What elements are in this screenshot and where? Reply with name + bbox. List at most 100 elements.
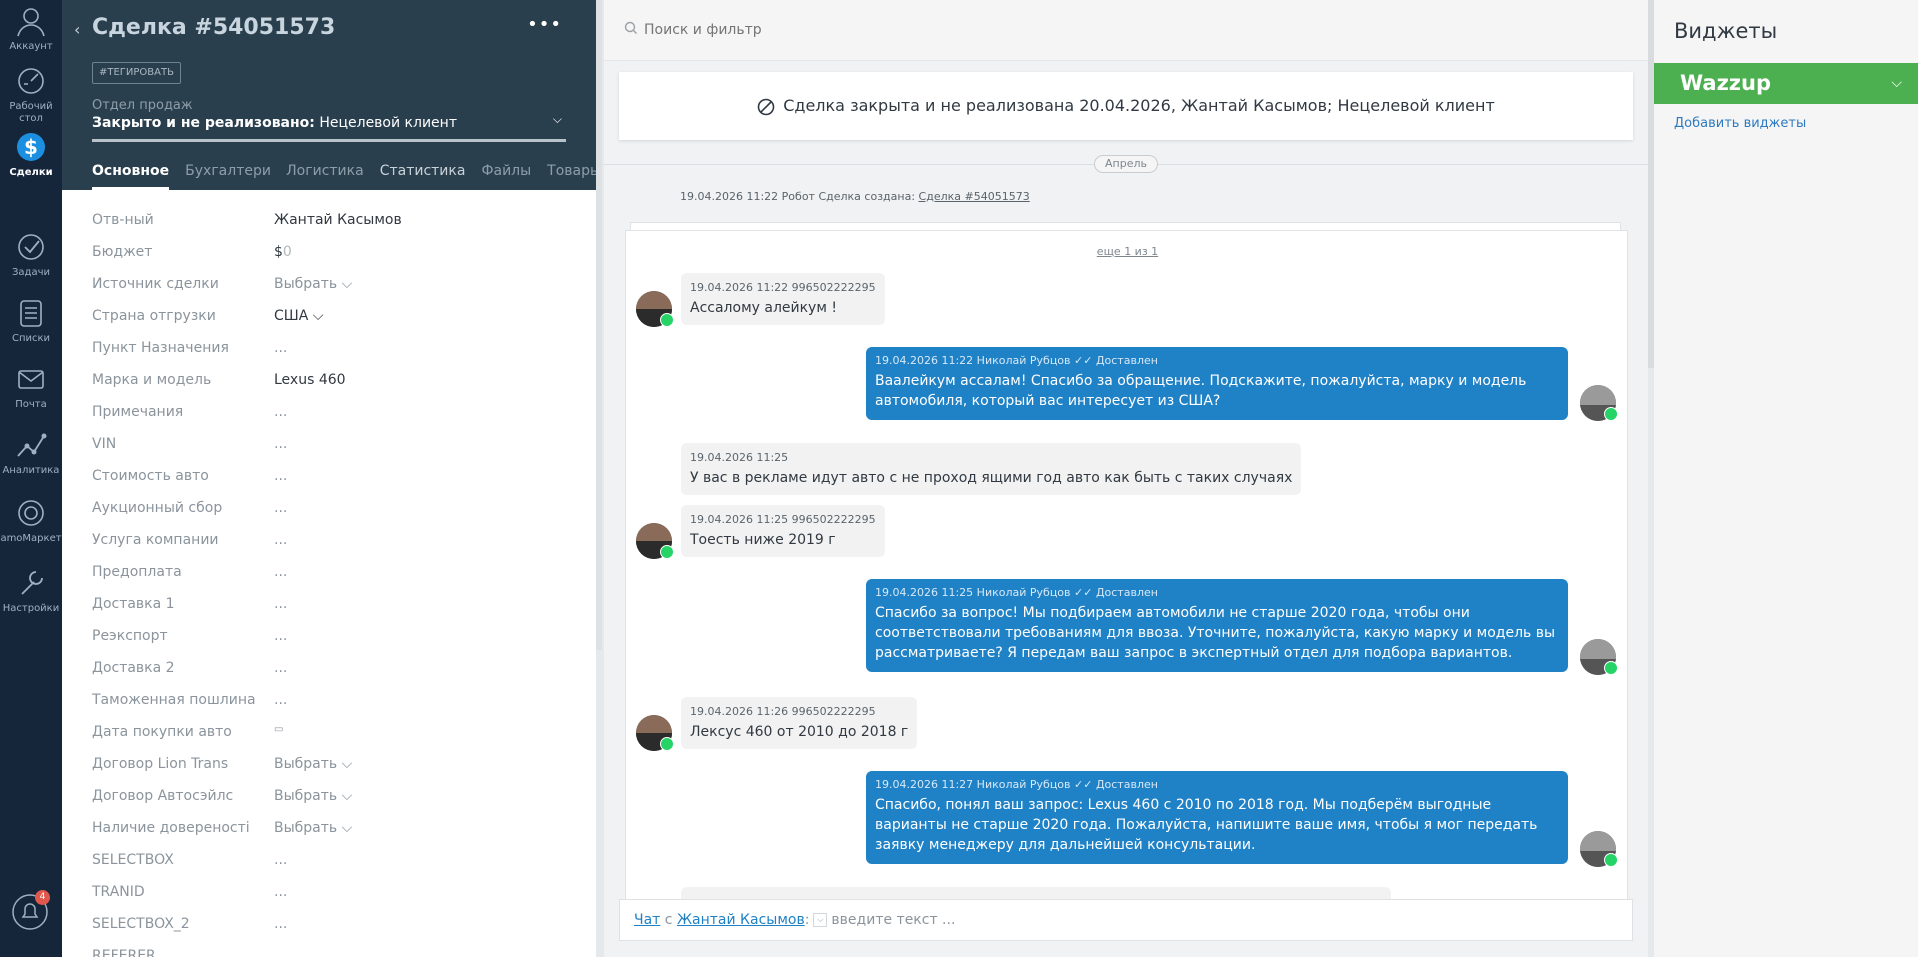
calendar-icon[interactable]: ▭	[274, 724, 283, 735]
field-label: Таможенная пошлина	[92, 692, 256, 708]
field-label: Страна отгрузки	[92, 308, 216, 324]
whatsapp-icon	[1604, 853, 1618, 867]
nav-settings[interactable]: Настройки	[0, 566, 62, 615]
message-incoming: 19.04.2026 11:26 996502222295 Лексус 460 …	[681, 697, 918, 749]
field-select[interactable]: Выбрать ⌵	[274, 820, 352, 836]
currency-symbol: $	[274, 244, 283, 260]
field-value[interactable]: ...	[274, 436, 287, 452]
nav-deals[interactable]: $ Сделки	[0, 130, 62, 179]
nav-lists[interactable]: Списки	[0, 296, 62, 345]
field-value[interactable]: Lexus 460	[274, 372, 346, 388]
tab-products[interactable]: Товары	[547, 163, 596, 190]
nav-market[interactable]: amoМаркет	[0, 496, 62, 545]
field-select[interactable]: Выбрать ⌵	[274, 276, 352, 292]
chevron-down-icon[interactable]: ⌵	[813, 913, 828, 927]
tasks-icon	[18, 234, 44, 260]
market-icon	[18, 500, 44, 526]
field-label: Примечания	[92, 404, 184, 420]
field-value[interactable]: ...	[274, 596, 287, 612]
search-icon	[624, 21, 637, 34]
mail-icon	[18, 370, 44, 389]
tab-files[interactable]: Файлы	[481, 163, 531, 190]
field-row: Услуга компании...	[92, 525, 562, 557]
message-meta: 19.04.2026 11:22 996502222295	[690, 281, 876, 294]
field-select[interactable]: Выбрать ⌵	[274, 756, 352, 772]
field-label: Пункт Назначения	[92, 340, 229, 356]
message-meta: 19.04.2026 11:26 996502222295	[690, 705, 876, 718]
field-label: Договор Автосэйлс	[92, 788, 234, 804]
nav-account[interactable]: Аккаунт	[0, 4, 62, 53]
field-value[interactable]: ...	[274, 884, 287, 900]
field-value[interactable]: ...	[274, 692, 287, 708]
left-nav: Аккаунт Рабочий стол $ Сделки Задачи Спи…	[0, 0, 62, 957]
scrollbar-thumb[interactable]	[596, 0, 602, 650]
more-messages-link[interactable]: еще 1 из 1	[626, 245, 1627, 258]
field-row: Наличие довереностi Выбрать ⌵	[92, 813, 562, 845]
field-value[interactable]: ...	[274, 404, 287, 420]
field-select[interactable]: Выбрать ⌵	[274, 788, 352, 804]
message-incoming: 19.04.2026 11:22 996502222295 Ассалому ал…	[681, 273, 885, 325]
field-label: Стоимость авто	[92, 468, 209, 484]
message-text: Спасибо за вопрос! Мы подбираем автомоби…	[875, 605, 1556, 661]
message-composer[interactable]: Чат с Жантай Касымов: ⌵ введите текст ...	[619, 899, 1633, 941]
field-row: SELECTBOX...	[92, 845, 562, 877]
card-scrollbar[interactable]	[596, 0, 604, 957]
composer-placeholder[interactable]: введите текст ...	[831, 912, 955, 928]
tab-main[interactable]: Основное	[92, 163, 170, 190]
field-value[interactable]: ...	[274, 500, 287, 516]
nav-label: Списки	[11, 333, 51, 344]
nav-mail[interactable]: Почта	[0, 362, 62, 411]
notifications-badge: 4	[35, 890, 50, 905]
field-value[interactable]: ...	[274, 340, 287, 356]
field-row: Пункт Назначения...	[92, 333, 562, 365]
feed-panel: Сделка закрыта и не реализована 20.04.20…	[604, 0, 1648, 957]
field-value[interactable]: ...	[274, 852, 287, 868]
field-value[interactable]: ...	[274, 628, 287, 644]
field-value[interactable]: ...	[274, 660, 287, 676]
nav-tasks[interactable]: Задачи	[0, 230, 62, 279]
back-arrow-icon[interactable]: ‹	[74, 20, 80, 39]
notifications-button[interactable]: 4	[10, 890, 50, 932]
field-row: Реэкспорт...	[92, 621, 562, 653]
tag-button[interactable]: #ТЕГИРОВАТЬ	[92, 62, 181, 84]
widgets-title: Виджеты	[1674, 19, 1778, 43]
message-outgoing: 19.04.2026 11:27 Николай Рубцов ✓✓ Доста…	[866, 771, 1568, 864]
message-meta: 19.04.2026 11:22 Николай Рубцов ✓✓ Доста…	[875, 354, 1158, 367]
wazzup-widget[interactable]: Wazzup ⌵	[1654, 63, 1918, 104]
whatsapp-icon	[1604, 661, 1618, 675]
robot-note-text: 19.04.2026 11:22 Робот Сделка создана:	[680, 190, 916, 203]
tab-logistics[interactable]: Логистика	[286, 163, 364, 190]
field-row: Страна отгрузки США ⌵	[92, 301, 562, 333]
chevron-down-icon[interactable]: ⌵	[1891, 63, 1902, 104]
field-value[interactable]: ...	[274, 468, 287, 484]
field-value[interactable]: ...	[274, 916, 287, 932]
field-label: Доставка 1	[92, 596, 175, 612]
message-text: Спасибо, понял ваш запрос: Lexus 460 с 2…	[875, 797, 1538, 853]
field-value[interactable]: Жантай Касымов	[274, 212, 402, 228]
card-tabs: Основное Бухгалтерия Логистика Статистик…	[92, 163, 596, 190]
deal-title[interactable]: Сделка #54051573	[92, 15, 335, 40]
message-meta: 19.04.2026 11:25	[690, 451, 789, 464]
field-value[interactable]: ...	[274, 532, 287, 548]
tab-accounting[interactable]: Бухгалтерия	[185, 163, 270, 190]
nav-analytics[interactable]: Аналитика	[0, 428, 62, 477]
message-meta: 19.04.2026 11:25 996502222295	[690, 513, 876, 526]
budget-amount: 0	[282, 244, 292, 260]
contact-link[interactable]: Жантай Касымов	[677, 912, 805, 928]
chat-type-link[interactable]: Чат	[634, 912, 660, 928]
add-widgets-link[interactable]: Добавить виджеты	[1674, 116, 1806, 131]
nav-dashboard[interactable]: Рабочий стол	[0, 64, 62, 125]
tab-statistics[interactable]: Статистика	[380, 163, 466, 190]
search-input[interactable]	[644, 18, 1244, 42]
deal-link[interactable]: Сделка #54051573	[919, 190, 1030, 203]
pipeline-status[interactable]: Закрыто и не реализовано: Нецелевой клие…	[92, 115, 457, 131]
field-label: Услуга компании	[92, 532, 219, 548]
nav-label: Аккаунт	[9, 41, 53, 52]
more-menu-icon[interactable]: •••	[527, 14, 562, 35]
field-select[interactable]: США ⌵	[274, 308, 323, 324]
status-main: Закрыто и не реализовано:	[92, 115, 315, 131]
field-value[interactable]: ...	[274, 564, 287, 580]
budget-value[interactable]: $0	[274, 244, 292, 260]
chevron-down-icon[interactable]: ⌵	[553, 112, 562, 127]
pipeline-progress	[92, 139, 566, 142]
